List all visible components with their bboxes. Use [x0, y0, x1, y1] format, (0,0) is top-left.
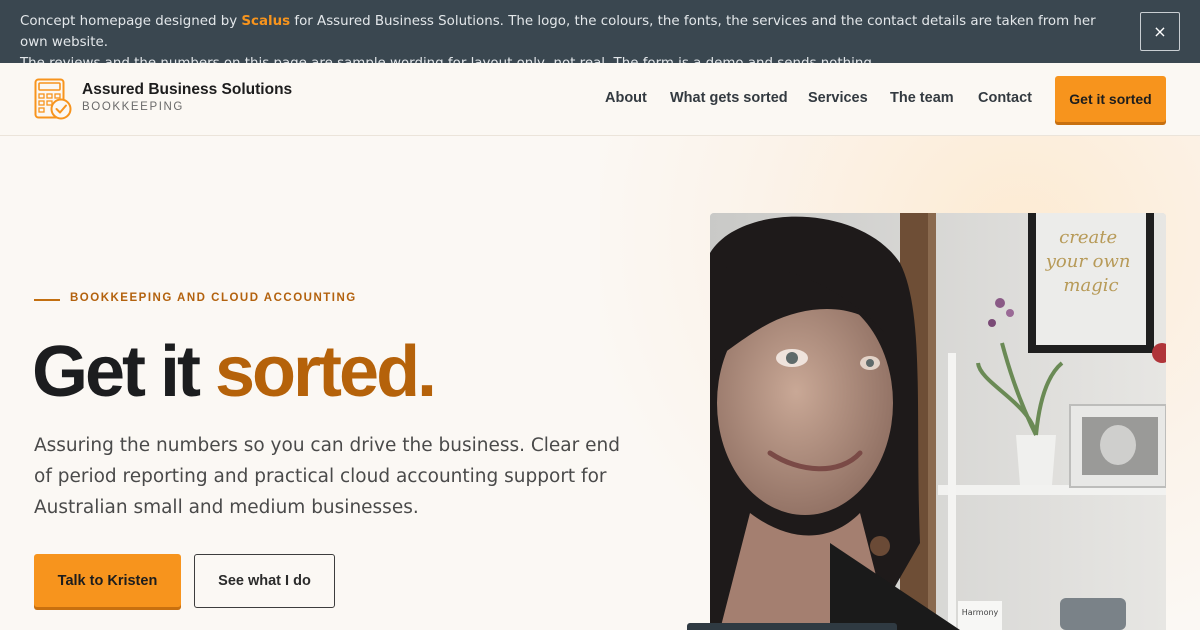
- site-header: Assured Business Solutions BOOKKEEPING A…: [0, 63, 1200, 136]
- hero-portrait-photo: create your own magic Harmony: [710, 213, 1166, 630]
- nav-link-about[interactable]: About: [605, 90, 647, 106]
- nav-link-the-team[interactable]: The team: [890, 90, 954, 106]
- hero-eyebrow: BOOKKEEPING AND CLOUD ACCOUNTING: [70, 292, 357, 304]
- talk-to-kristen-button[interactable]: Talk to Kristen: [34, 554, 181, 607]
- calculator-check-logo-icon[interactable]: [34, 78, 72, 120]
- notice-line1-before: Concept homepage designed by: [20, 14, 242, 29]
- see-what-i-do-button[interactable]: See what I do: [194, 554, 335, 608]
- photo-caption-bar: [687, 623, 897, 630]
- nav-link-what-gets-sorted[interactable]: What gets sorted: [670, 90, 788, 106]
- portrait-illustration: create your own magic Harmony: [710, 213, 1166, 630]
- headline-accent: sorted.: [215, 332, 437, 412]
- logo-subtitle: BOOKKEEPING: [82, 101, 184, 113]
- header-cta-button[interactable]: Get it sorted: [1055, 76, 1166, 122]
- nav-link-contact[interactable]: Contact: [978, 90, 1032, 106]
- close-icon[interactable]: ×: [1140, 12, 1180, 51]
- nav-link-services[interactable]: Services: [808, 90, 868, 106]
- notice-brand-link[interactable]: Scalus: [241, 14, 290, 29]
- logo-name[interactable]: Assured Business Solutions: [82, 81, 292, 99]
- headline-plain: Get it: [32, 332, 216, 412]
- hero-lede: Assuring the numbers so you can drive th…: [34, 435, 620, 518]
- eyebrow-rule: [34, 299, 60, 301]
- jar-label: Harmony: [962, 608, 999, 617]
- hero-headline: Get it sorted.: [32, 330, 437, 414]
- concept-notice-banner: Concept homepage designed by Scalus for …: [0, 0, 1200, 71]
